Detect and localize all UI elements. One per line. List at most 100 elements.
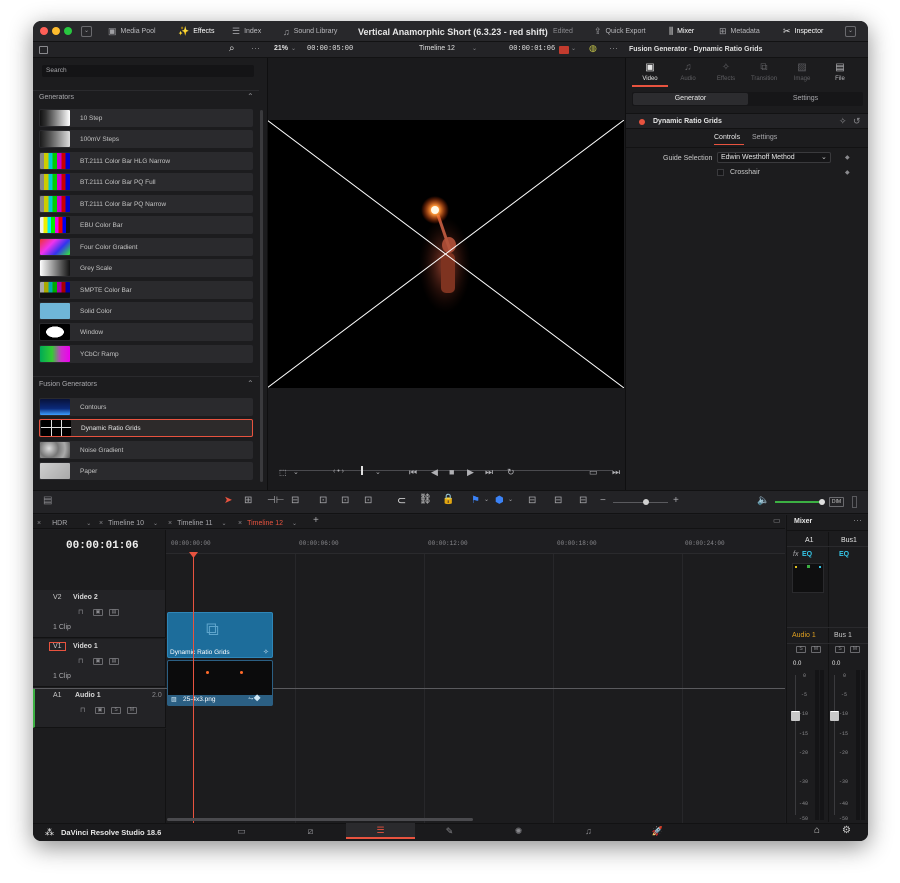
subtab-settings[interactable]: Settings [749,93,862,105]
index-button[interactable]: ☰ Index [232,21,261,42]
page-fairlight-icon[interactable]: ♫ [554,823,623,839]
mute-button[interactable]: M [811,646,821,653]
fusion-generator-item-selected[interactable]: Dynamic Ratio Grids [39,419,253,437]
timeline-scrollbar[interactable] [167,818,473,821]
page-fusion-icon[interactable]: ✎ [415,823,484,839]
tab-video[interactable]: ▣ Video [632,62,668,82]
fusion-generator-item[interactable]: Noise Gradient [39,441,253,459]
close-window-button[interactable] [40,27,48,35]
auto-select-icon[interactable]: ▣ [93,658,103,665]
mixer-button[interactable]: ⫼ Mixer [669,21,694,42]
go-to-start-icon[interactable]: ⏮ [409,467,417,478]
close-icon[interactable]: × [168,520,172,527]
effects-button[interactable]: ✨ Effects [178,21,215,42]
quick-export-button[interactable]: ⇪ Quick Export [594,21,646,42]
tab-transition[interactable]: ⧉ Transition [746,62,782,82]
solo-button[interactable]: S [835,646,845,653]
lock-icon[interactable]: ⊓ [80,706,85,714]
track-visibility-icon[interactable]: ▤ [109,658,119,665]
zoom-detail-icon[interactable]: ⊟ [554,495,562,506]
zoom-window-button[interactable] [64,27,72,35]
trim-tool-icon[interactable]: ⊞ [244,495,252,506]
play-reverse-icon[interactable]: ◀ [431,467,438,478]
eq-button[interactable]: EQ [839,551,849,558]
effects-scrollbar[interactable] [260,110,263,482]
generators-section-header[interactable]: Generators ⌃ [33,90,259,103]
timeline-view-icon[interactable]: ▭ [773,516,781,525]
chevron-down-icon[interactable]: ⌄ [508,496,513,503]
viewer-mode-icon[interactable]: ⬚ [279,468,287,477]
auto-select-icon[interactable]: ▣ [95,707,105,714]
page-cut-icon[interactable]: ⧄ [276,823,345,839]
fusion-generator-item[interactable]: Paper [39,462,253,480]
search-icon[interactable]: ⌕ [229,43,235,54]
mute-button[interactable]: M [127,707,137,714]
collapse-chevron-icon[interactable]: ⌃ [247,379,254,388]
page-edit-icon[interactable]: ☰ [346,823,415,839]
jog-icon[interactable]: ‹ • › [333,468,344,475]
stop-icon[interactable]: ■ [449,467,454,477]
chevron-down-icon[interactable]: ⌄ [375,468,381,476]
timeline-chevron-icon[interactable]: ⌄ [472,45,477,52]
playhead[interactable] [193,554,194,823]
flag-icon[interactable]: ⚑ [471,495,480,506]
dynamic-trim-icon[interactable]: ⊣⊢ [267,495,284,506]
guide-selection-dropdown[interactable]: Edwin Westhoff Method ⌄ [717,152,831,163]
add-timeline-tab-icon[interactable]: + [313,515,319,526]
minimize-window-button[interactable] [52,27,60,35]
media-pool-button[interactable]: ▣ Media Pool [108,21,156,42]
magic-wand-icon[interactable]: ✧ [839,116,847,127]
panel-toggle-icon[interactable] [39,46,48,54]
eq-button[interactable]: EQ [802,551,812,558]
play-icon[interactable]: ▶ [467,467,474,478]
replace-clip-icon[interactable]: ⊡ [364,495,372,506]
track-visibility-icon[interactable]: ▤ [109,609,119,616]
fusion-generator-item[interactable]: Contours [39,398,253,416]
generator-item[interactable]: BT.2111 Color Bar PQ Narrow [39,195,253,213]
volume-slider-handle[interactable] [819,499,825,505]
inner-tab-controls[interactable]: Controls [714,134,740,141]
tab-timeline-10[interactable]: × Timeline 10 ⌄ [99,517,158,529]
mute-button[interactable]: M [850,646,860,653]
badge-chevron-icon[interactable]: ⌄ [571,45,576,52]
dim-button[interactable]: DIM [829,497,844,507]
zoom-custom-icon[interactable]: ⊟ [579,495,587,506]
close-icon[interactable]: × [99,520,103,527]
speaker-icon[interactable]: 🔈 [757,495,769,506]
fader-track[interactable] [795,675,796,815]
keyframe-diamond-icon[interactable]: ◆ [845,154,850,161]
dropdown-chevron-icon[interactable]: ⌄ [81,26,92,37]
insert-clip-icon[interactable]: ⊡ [319,495,327,506]
chevron-down-icon[interactable]: ⌄ [153,520,158,527]
crosshair-checkbox[interactable] [717,169,724,176]
metadata-button[interactable]: ⊞ Metadata [719,21,760,42]
zoom-in-icon[interactable]: + [673,495,679,506]
layout-icon[interactable]: ▤ [43,495,52,506]
pan-control[interactable] [792,563,824,593]
track-header-v1[interactable]: V1 Video 1 ⊓ ▣ ▤ 1 Clip [33,639,166,687]
generator-item[interactable]: EBU Color Bar [39,216,253,234]
inner-tab-settings[interactable]: Settings [752,134,777,141]
more-options-icon[interactable]: ··· [609,43,618,53]
marker-icon[interactable]: ⬢ [495,495,504,506]
color-viewer-icon[interactable]: ◍ [589,43,597,54]
tab-image[interactable]: ▨ Image [784,62,820,82]
generator-item[interactable]: Solid Color [39,302,253,320]
chevron-down-icon[interactable]: ⌄ [222,520,227,527]
clip-image[interactable]: ▨ 25-4x3.png ⥊◆ [167,660,273,706]
link-icon[interactable]: ⛓ [419,494,432,505]
more-options-icon[interactable]: ··· [251,43,260,53]
search-input[interactable]: Search [42,65,254,77]
page-deliver-icon[interactable]: 🚀 [623,823,692,839]
chevron-down-icon[interactable]: ⌄ [292,520,297,527]
dropdown-chevron-icon[interactable]: ⌄ [845,26,856,37]
solo-button[interactable]: S [796,646,806,653]
generator-item[interactable]: BT.2111 Color Bar PQ Full [39,173,253,191]
tab-effects[interactable]: ✧ Effects [708,62,744,82]
generator-item[interactable]: YCbCr Ramp [39,345,253,363]
generator-item[interactable]: Window [39,323,253,341]
next-edit-icon[interactable]: ⏭ [612,467,620,478]
zoom-slider[interactable] [613,502,668,503]
page-color-icon[interactable]: ✺ [484,823,553,839]
fader-handle[interactable] [830,711,839,721]
